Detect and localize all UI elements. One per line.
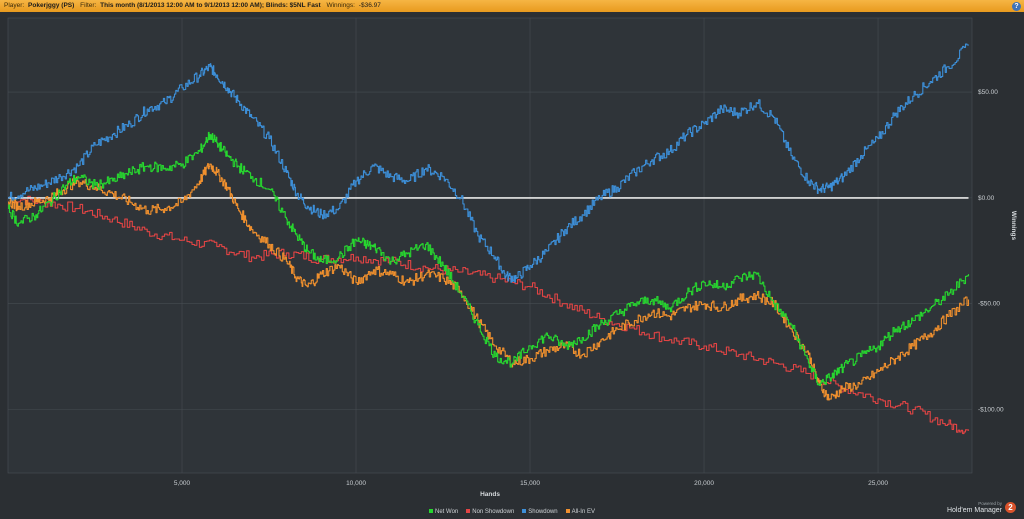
legend-label: Showdown [528,509,558,515]
y-axis-label: Winnings [1010,211,1017,241]
legend-swatch [466,509,471,514]
chart-legend: Net Won Non Showdown Showdown All-In EV [0,509,1024,515]
brand-logo: Powered by Hold'em Manager 2 [926,498,1016,516]
legend-swatch [565,509,570,514]
legend-label: Net Won [435,509,459,515]
brand-name: Hold'em Manager [946,507,1002,514]
player-label: Player: [4,2,25,9]
y-tick-label: -$100.00 [978,407,1004,414]
x-tick-label: 5,000 [174,480,191,487]
x-tick-label: 10,000 [346,480,366,487]
filter-bar: Player: Pokerjggy (PS) Filter: This mont… [0,0,1024,12]
x-tick-label: 15,000 [520,480,540,487]
winnings-value: -$36.97 [358,2,381,9]
legend-item[interactable]: All-In EV [565,509,595,515]
legend-item[interactable]: Net Won [429,509,458,515]
y-tick-label: $50.00 [978,89,998,96]
legend-item[interactable]: Showdown [522,509,558,515]
y-tick-label: -$50.00 [978,301,1000,308]
x-tick-label: 20,000 [694,480,714,487]
plot-area [7,17,973,474]
filter-value[interactable]: This month (8/1/2013 12:00 AM to 9/1/201… [100,0,320,12]
hm2-logo-icon: 2 [1005,502,1016,513]
help-icon[interactable]: ? [1012,1,1021,11]
y-tick-label: $0.00 [978,195,995,202]
x-tick-label: 25,000 [868,480,888,487]
winnings-graph: 5,000 10,000 15,000 20,000 25,000 $50.00 $0.00… [7,17,1017,498]
legend-swatch [522,509,527,514]
legend-swatch [429,509,434,514]
filter-label: Filter: [80,2,97,9]
legend-label: Non Showdown [472,509,515,515]
powered-by-text: Powered by [978,501,1002,506]
player-value[interactable]: Pokerjggy (PS) [28,0,74,12]
legend-item[interactable]: Non Showdown [466,509,514,515]
x-axis-label: Hands [480,491,500,498]
winnings-label: Winnings: [326,2,355,9]
legend-label: All-In EV [571,509,595,515]
